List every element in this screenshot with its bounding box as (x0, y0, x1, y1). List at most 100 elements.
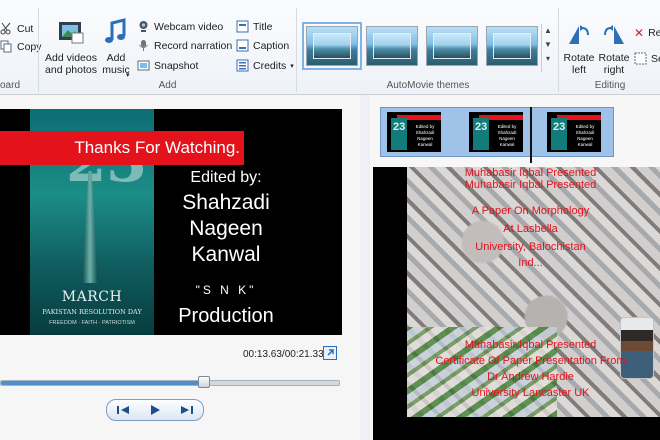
credits-icon (236, 59, 249, 72)
thanks-banner: Thanks For Watching. (0, 131, 244, 165)
remove-button[interactable]: ✕ Re (634, 26, 660, 40)
rotate-right-button[interactable]: Rotate right (597, 22, 631, 76)
title-icon (236, 20, 249, 33)
rotate-left-label: Rotate left (563, 52, 595, 76)
poster-title: MARCH (61, 289, 123, 305)
rotate-left-button[interactable]: Rotate left (562, 22, 596, 76)
caption-icon (236, 39, 249, 52)
playback-controls (106, 399, 204, 421)
clip-caption-line: Certificate Of Paper Presentation From (435, 355, 626, 367)
frame-text: Edited by Shahzadi Nageen Kanwal (497, 124, 517, 147)
poster-subtitle: PAKISTAN RESOLUTION DAY (42, 308, 142, 316)
gallery-more-icon[interactable]: ▾ (542, 52, 554, 66)
theme-thumbnail[interactable] (302, 22, 362, 70)
playhead[interactable] (530, 107, 532, 163)
snk-text: "S N K" (195, 283, 257, 297)
frame-text: Edited by Shahzadi Nageen Kanwal (575, 124, 595, 147)
theme-thumbnail[interactable] (366, 26, 418, 66)
add-group-label: Add (158, 80, 177, 91)
cut-button[interactable]: Cut (0, 22, 33, 35)
copy-button[interactable]: Copy (0, 40, 42, 53)
fullscreen-icon (327, 349, 334, 356)
previous-frame-icon (117, 406, 129, 414)
group-separator (558, 8, 559, 92)
clip-frame: 23 Edited by Shahzadi Nageen Kanwal (469, 112, 523, 152)
previous-frame-button[interactable] (112, 403, 134, 417)
pane-divider[interactable] (360, 95, 370, 440)
snapshot-button[interactable]: Snapshot (137, 59, 198, 72)
next-frame-button[interactable] (176, 403, 198, 417)
webcam-icon (139, 21, 148, 32)
clip-caption-line: Muhabasir Iqbal Presented (464, 167, 597, 179)
webcam-label: Webcam video (154, 20, 224, 33)
scroll-down-icon[interactable]: ▼ (542, 38, 554, 52)
storyboard-pane: 23 Edited by Shahzadi Nageen Kanwal 23 E… (370, 95, 660, 440)
rotate-left-icon (569, 25, 589, 44)
rotate-right-icon (604, 25, 624, 44)
select-all-label: Se (651, 52, 660, 65)
add-videos-button[interactable]: Add videos and photos (44, 18, 98, 76)
webcam-video-button[interactable]: Webcam video (137, 20, 223, 33)
group-separator (296, 8, 297, 92)
editing-group-label: Editing (594, 80, 626, 91)
credits-dropdown-icon[interactable]: ▾ (290, 62, 294, 70)
seek-progress (1, 381, 204, 385)
seek-thumb[interactable] (197, 376, 210, 388)
scissors-icon (0, 22, 11, 35)
cut-label: Cut (17, 22, 34, 35)
seek-bar[interactable] (0, 376, 340, 388)
storyboard-clip[interactable]: Muhabasir Iqbal Presented Muhabasir Iqba… (373, 167, 660, 440)
credits-label: Credits (253, 59, 287, 72)
snapshot-icon (137, 60, 150, 71)
remove-x-icon: ✕ (634, 26, 645, 40)
select-all-button[interactable]: Se (634, 52, 660, 65)
copy-icon (0, 40, 12, 53)
fullscreen-button[interactable] (323, 346, 337, 360)
clip-frame: 23 Edited by Shahzadi Nageen Kanwal (387, 112, 441, 152)
theme-thumbnail[interactable] (426, 26, 478, 66)
clip-frame: 23 Edited by Shahzadi Nageen Kanwal (547, 112, 601, 152)
clipboard-group-label: oard (0, 80, 21, 91)
scroll-up-icon[interactable]: ▲ (542, 24, 554, 38)
production-text: Production (178, 305, 274, 327)
play-icon (151, 405, 160, 415)
editor-name-line: Kanwal (191, 243, 261, 266)
music-note-icon (105, 18, 126, 43)
clip-caption-line: At Lasbella (503, 223, 558, 235)
clip-caption-line: Dr Andrew Hardie (487, 371, 574, 383)
caption-label: Caption (253, 39, 290, 52)
poster-tagline: FREEDOM · FAITH · PATRIOTISM (49, 320, 135, 326)
themes-group-label: AutoMovie themes (386, 80, 470, 91)
ribbon: Cut Copy oard Add videos and photos Add … (0, 0, 660, 95)
snapshot-label: Snapshot (154, 59, 199, 72)
edited-by-text: Edited by: (190, 169, 262, 186)
clip-caption-line: A Paper On Morphology (471, 205, 590, 217)
play-button[interactable] (144, 403, 166, 417)
title-label: Title (253, 20, 273, 33)
clip-caption-line: Ind... (518, 257, 543, 269)
film-photo-icon (59, 22, 84, 44)
add-music-button[interactable]: Add music ▾ (100, 18, 132, 79)
clip-caption-line: Muhabasir Iqbal Presented (464, 179, 597, 191)
clip-caption-line: University Lancaster UK (471, 387, 590, 399)
editor-name-line: Nageen (189, 217, 263, 240)
rotate-right-label: Rotate right (598, 52, 630, 76)
group-separator (38, 8, 39, 92)
editor-name-line: Shahzadi (182, 191, 270, 214)
next-frame-icon (181, 406, 193, 414)
frame-text: Edited by Shahzadi Nageen Kanwal (415, 124, 435, 147)
credits-button[interactable]: Credits ▾ (236, 59, 294, 72)
add-videos-label: Add videos and photos (45, 52, 97, 76)
clip-caption-line: University, Balochistan (475, 241, 586, 253)
caption-button[interactable]: Caption (236, 39, 289, 52)
video-preview[interactable]: 23 MARCH PAKISTAN RESOLUTION DAY FREEDOM… (0, 109, 342, 335)
title-button[interactable]: Title (236, 20, 272, 33)
frame-number: 23 (393, 121, 406, 133)
frame-number: 23 (475, 121, 488, 133)
remove-label: Re (648, 27, 660, 39)
selected-clip-strip[interactable]: 23 Edited by Shahzadi Nageen Kanwal 23 E… (380, 107, 614, 157)
theme-thumbnail[interactable] (486, 26, 538, 66)
themes-scrollbar[interactable]: ▲ ▼ ▾ (541, 24, 554, 72)
record-narration-button[interactable]: Record narration ▾ (137, 39, 240, 52)
select-all-icon (634, 52, 647, 65)
